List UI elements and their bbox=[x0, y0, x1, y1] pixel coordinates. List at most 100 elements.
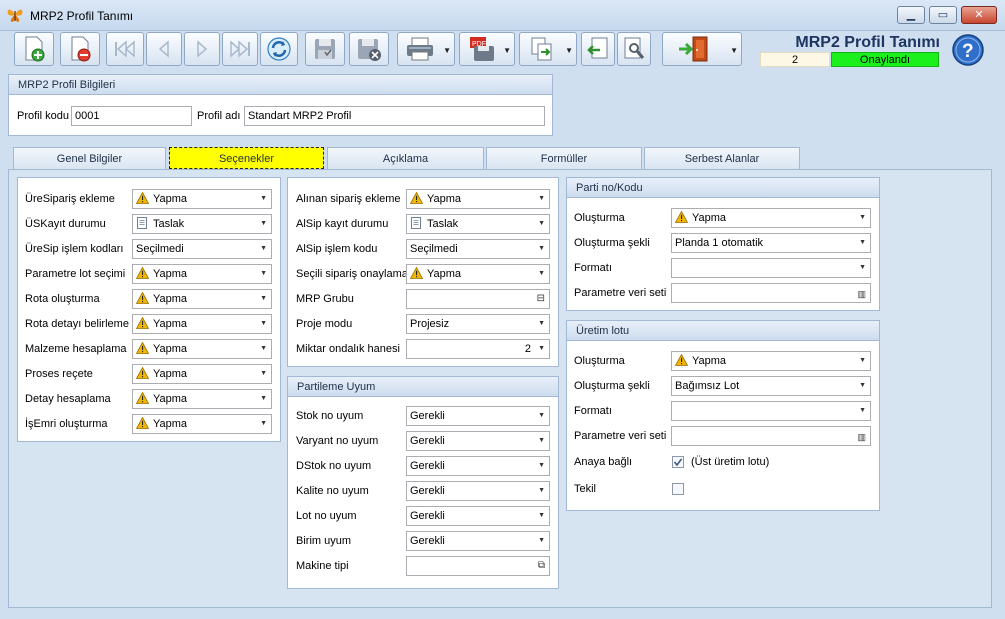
makine-tipi-select[interactable]: ⧉ bbox=[406, 556, 550, 576]
save-button[interactable] bbox=[305, 32, 345, 66]
next-record-button[interactable] bbox=[184, 32, 220, 66]
header-title: MRP2 Profil Tanımı bbox=[795, 34, 940, 51]
lot-no-uyum-select[interactable]: Gerekli ▼ bbox=[406, 506, 550, 526]
chevron-down-icon: ▼ bbox=[538, 487, 545, 494]
lookup-icon[interactable]: ▥ bbox=[857, 428, 866, 445]
exit-button[interactable]: ▼ bbox=[662, 32, 742, 66]
parti-no-title: Parti no/Kodu bbox=[567, 178, 879, 198]
new-document-icon bbox=[25, 36, 45, 62]
uskayit-durumu-value: Taslak bbox=[153, 218, 185, 230]
tab-serbest-alanlar[interactable]: Serbest Alanlar bbox=[644, 147, 800, 169]
uresip-islem-kodlari-value: Seçilmedi bbox=[136, 243, 184, 255]
mrp-grubu-select[interactable]: ⊟ bbox=[406, 289, 550, 309]
stok-no-uyum-select[interactable]: Gerekli ▼ bbox=[406, 406, 550, 426]
uresip-islem-kodlari-select[interactable]: Seçilmedi ▼ bbox=[132, 239, 272, 259]
rota-detayi-belirleme-value: Yapma bbox=[153, 318, 188, 330]
new-button[interactable] bbox=[14, 32, 54, 66]
warning-icon bbox=[674, 353, 689, 366]
last-record-icon bbox=[230, 40, 250, 58]
parametre-lot-secimi-select[interactable]: Yapma ▼ bbox=[132, 264, 272, 284]
uretim-param-input[interactable]: ▥ bbox=[671, 426, 871, 446]
copy-button[interactable]: ▼ bbox=[519, 32, 577, 66]
previous-record-button[interactable] bbox=[146, 32, 182, 66]
tree-select-icon[interactable]: ⊟ bbox=[537, 290, 545, 308]
chevron-down-icon: ▼ bbox=[503, 46, 511, 55]
rota-detayi-belirleme-select[interactable]: Yapma ▼ bbox=[132, 314, 272, 334]
draft-document-icon bbox=[410, 217, 423, 229]
parti-sekli-select[interactable]: Planda 1 otomatik ▼ bbox=[671, 233, 871, 253]
uresiparis-ekleme-select[interactable]: Yapma ▼ bbox=[132, 189, 272, 209]
tekil-checkbox[interactable] bbox=[672, 483, 684, 495]
secili-siparis-onaylama-select[interactable]: Yapma ▼ bbox=[406, 264, 550, 284]
alinan-siparis-ekleme-select[interactable]: Yapma ▼ bbox=[406, 189, 550, 209]
parti-format-select[interactable]: ▼ bbox=[671, 258, 871, 278]
malzeme-hesaplama-select[interactable]: Yapma ▼ bbox=[132, 339, 272, 359]
profile-code-label: Profil kodu bbox=[17, 110, 69, 122]
warning-icon bbox=[135, 416, 150, 429]
chevron-down-icon: ▼ bbox=[538, 320, 545, 327]
next-record-icon bbox=[197, 40, 208, 58]
alsip-islem-kodu-select[interactable]: Seçilmedi ▼ bbox=[406, 239, 550, 259]
profile-name-input[interactable]: Standart MRP2 Profil bbox=[244, 106, 545, 126]
dstok-no-uyum-select[interactable]: Gerekli ▼ bbox=[406, 456, 550, 476]
close-button[interactable]: ✕ bbox=[961, 6, 997, 24]
status-badge: Onaylandı bbox=[831, 52, 939, 67]
window-title: MRP2 Profil Tanımı bbox=[30, 9, 134, 23]
uskayit-durumu-select[interactable]: Taslak ▼ bbox=[132, 214, 272, 234]
uretim-param-label: Parametre veri seti bbox=[574, 430, 667, 442]
mrp-grubu-label: MRP Grubu bbox=[296, 293, 354, 305]
tab-secenekler[interactable]: Seçenekler bbox=[169, 147, 324, 169]
tools-button[interactable] bbox=[617, 32, 651, 66]
isemri-olusturma-select[interactable]: Yapma ▼ bbox=[132, 414, 272, 434]
alsip-kayit-durumu-label: AlSip kayıt durumu bbox=[296, 218, 389, 230]
lookup-icon[interactable]: ▥ bbox=[857, 285, 866, 302]
lot-no-uyum-value: Gerekli bbox=[410, 510, 445, 522]
varyant-no-uyum-label: Varyant no uyum bbox=[296, 435, 379, 447]
uretim-lotu-title: Üretim lotu bbox=[567, 321, 879, 341]
alsip-kayit-durumu-value: Taslak bbox=[427, 218, 459, 230]
anaya-bagli-checkbox[interactable] bbox=[672, 456, 684, 468]
profile-code-input[interactable]: 0001 bbox=[71, 106, 192, 126]
rota-olusturma-label: Rota oluşturma bbox=[25, 293, 100, 305]
tab-formuller[interactable]: Formüller bbox=[486, 147, 642, 169]
minimize-button[interactable]: ▁ bbox=[897, 6, 925, 24]
uretim-format-label: Formatı bbox=[574, 405, 612, 417]
kalite-no-uyum-select[interactable]: Gerekli ▼ bbox=[406, 481, 550, 501]
discard-button[interactable] bbox=[349, 32, 389, 66]
previous-record-icon bbox=[158, 40, 169, 58]
refresh-button[interactable] bbox=[260, 32, 298, 66]
import-button[interactable] bbox=[581, 32, 615, 66]
detay-hesaplama-label: Detay hesaplama bbox=[25, 393, 111, 405]
help-button[interactable]: ? bbox=[950, 33, 986, 67]
chevron-down-icon: ▼ bbox=[859, 239, 866, 246]
chevron-down-icon: ▼ bbox=[260, 270, 267, 277]
proses-recete-select[interactable]: Yapma ▼ bbox=[132, 364, 272, 384]
alsip-kayit-durumu-select[interactable]: Taslak ▼ bbox=[406, 214, 550, 234]
birim-uyum-select[interactable]: Gerekli ▼ bbox=[406, 531, 550, 551]
first-record-button[interactable] bbox=[106, 32, 144, 66]
delete-button[interactable] bbox=[60, 32, 100, 66]
pdf-export-button[interactable]: PDF ▼ bbox=[459, 32, 515, 66]
detay-hesaplama-select[interactable]: Yapma ▼ bbox=[132, 389, 272, 409]
tab-genel-bilgiler[interactable]: Genel Bilgiler bbox=[13, 147, 166, 169]
proje-modu-select[interactable]: Projesiz ▼ bbox=[406, 314, 550, 334]
parti-param-input[interactable]: ▥ bbox=[671, 283, 871, 303]
lookup-icon[interactable]: ⧉ bbox=[538, 557, 545, 575]
uretim-format-select[interactable]: ▼ bbox=[671, 401, 871, 421]
uretim-sekli-select[interactable]: Bağımsız Lot ▼ bbox=[671, 376, 871, 396]
tab-aciklama[interactable]: Açıklama bbox=[327, 147, 484, 169]
print-button[interactable]: ▼ bbox=[397, 32, 455, 66]
svg-text:?: ? bbox=[962, 41, 974, 62]
last-record-button[interactable] bbox=[222, 32, 258, 66]
chevron-down-icon: ▼ bbox=[260, 395, 267, 402]
rota-olusturma-select[interactable]: Yapma ▼ bbox=[132, 289, 272, 309]
miktar-ondalik-hanesi-select[interactable]: 2 ▼ bbox=[406, 339, 550, 359]
chevron-down-icon: ▼ bbox=[260, 320, 267, 327]
uretim-olusturma-select[interactable]: Yapma ▼ bbox=[671, 351, 871, 371]
maximize-button[interactable]: ▭ bbox=[929, 6, 957, 24]
parti-olusturma-select[interactable]: Yapma ▼ bbox=[671, 208, 871, 228]
warning-icon bbox=[409, 266, 424, 279]
varyant-no-uyum-select[interactable]: Gerekli ▼ bbox=[406, 431, 550, 451]
chevron-down-icon: ▼ bbox=[538, 345, 545, 352]
profile-name-label: Profil adı bbox=[197, 110, 241, 122]
